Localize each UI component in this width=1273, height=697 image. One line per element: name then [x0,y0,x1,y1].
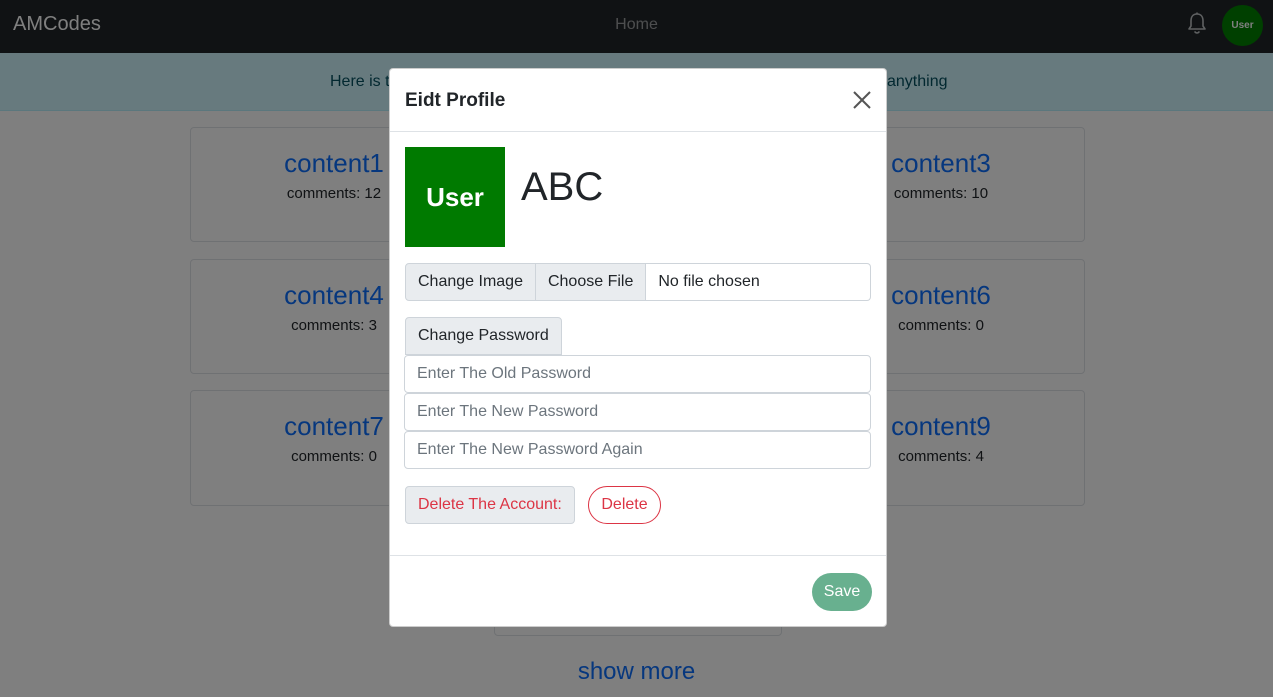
change-image-group: Change Image Choose File No file chosen [405,263,871,301]
edit-profile-modal: Eidt Profile User ABC Change Image Choos… [389,68,887,627]
profile-image: User [405,147,505,247]
modal-footer-divider [390,555,886,556]
delete-account-label: Delete The Account: [405,486,575,524]
modal-title: Eidt Profile [405,90,506,111]
profile-name: ABC [521,165,604,209]
close-icon[interactable] [850,88,874,112]
file-input-status[interactable]: No file chosen [646,263,871,301]
save-button[interactable]: Save [812,573,872,611]
new-password-input[interactable] [404,393,871,431]
change-password-label: Change Password [405,317,562,355]
choose-file-button[interactable]: Choose File [535,263,647,301]
delete-account-button[interactable]: Delete [588,486,661,524]
modal-header: Eidt Profile [390,69,886,132]
new-password-again-input[interactable] [404,431,871,469]
change-image-label: Change Image [405,263,536,301]
old-password-input[interactable] [404,355,871,393]
